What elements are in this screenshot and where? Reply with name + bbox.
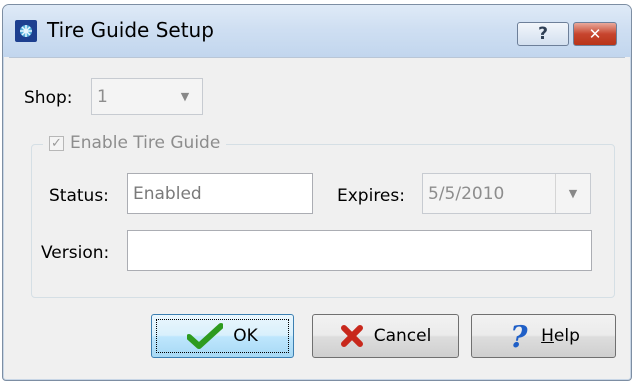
cancel-label: Cancel: [373, 326, 432, 346]
status-label: Status:: [49, 186, 109, 206]
version-label: Version:: [41, 243, 110, 263]
help-button[interactable]: ? Help: [471, 314, 616, 358]
title-bar: Tire Guide Setup ? ✕: [3, 5, 631, 57]
version-input[interactable]: [127, 230, 592, 271]
window-title: Tire Guide Setup: [47, 18, 214, 42]
cancel-button[interactable]: Cancel: [312, 314, 459, 358]
shop-label: Shop:: [24, 88, 73, 108]
expires-value: 5/5/2010: [428, 183, 505, 204]
enable-tire-guide-checkbox[interactable]: ✓: [49, 135, 64, 151]
ok-button[interactable]: OK: [151, 314, 294, 358]
chevron-down-icon: ▼: [555, 174, 590, 213]
help-label-rest: elp: [553, 326, 580, 346]
dialog-body: Shop: 1 ▼ ✓ Enable Tire Guide Status: En…: [9, 57, 625, 374]
help-label: Help: [541, 326, 580, 346]
app-icon: [15, 20, 37, 42]
chevron-down-icon: ▼: [180, 90, 190, 103]
close-button[interactable]: ✕: [573, 22, 617, 46]
status-value: Enabled: [133, 183, 202, 204]
question-mark-icon: ?: [510, 321, 528, 351]
status-field: Enabled: [127, 173, 313, 214]
expires-date-picker[interactable]: 5/5/2010 ▼: [422, 173, 591, 214]
expires-label: Expires:: [337, 186, 405, 206]
enable-tire-guide-header: ✓ Enable Tire Guide: [43, 133, 227, 153]
help-label-mnemonic: H: [541, 326, 554, 346]
checkmark-icon: [187, 323, 224, 349]
shop-value: 1: [97, 86, 108, 107]
x-icon: [340, 325, 363, 347]
title-help-button[interactable]: ?: [517, 22, 569, 46]
tire-guide-setup-window: Tire Guide Setup ? ✕ Shop: 1 ▼ ✓ Enable …: [2, 4, 632, 381]
svg-text:?: ?: [510, 321, 528, 351]
ok-label: OK: [233, 326, 258, 346]
tire-guide-group: [31, 144, 615, 298]
enable-tire-guide-label: Enable Tire Guide: [70, 133, 221, 153]
shop-combo[interactable]: 1 ▼: [91, 78, 203, 115]
